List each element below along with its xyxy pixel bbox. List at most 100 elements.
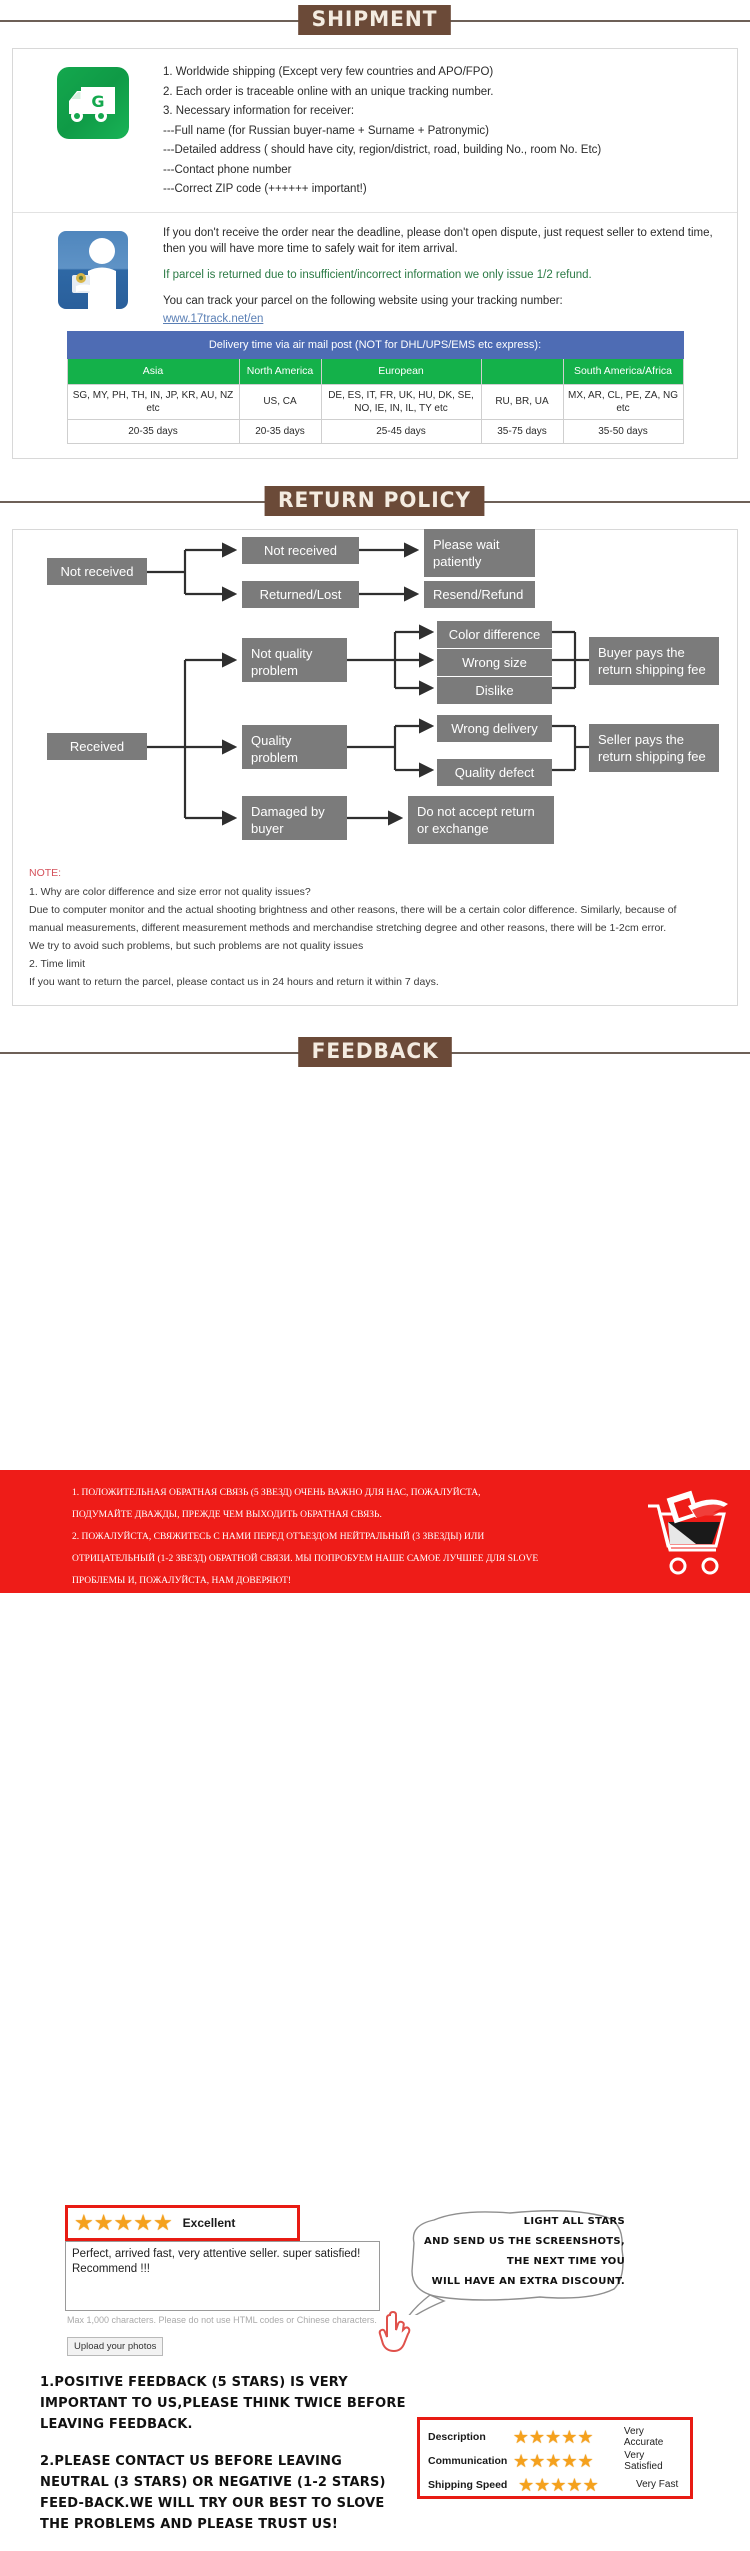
days-cell: 20-35 days: [238, 418, 322, 444]
node-wrong-size: Wrong size: [437, 648, 552, 676]
shipment-line: ---Full name (for Russian buyer-name + S…: [163, 124, 489, 137]
rating-value: Very Fast: [636, 2479, 679, 2490]
star-icon[interactable]: ★: [561, 2451, 577, 2471]
tracking-website-link[interactable]: www.17track.net/en: [163, 313, 263, 325]
shipment-info-row: G 1. Worldwide shipping (Except very few…: [13, 49, 737, 212]
seller-ratings-box: Description ★★★★★ Very Accurate Communic…: [417, 2416, 693, 2499]
rating-category: Shipping Speed: [428, 2478, 508, 2491]
star-icon[interactable]: ★: [153, 2211, 173, 2234]
note-line: We try to avoid such problems, but such …: [29, 939, 364, 952]
rating-value: Very Accurate: [623, 2425, 664, 2448]
column-header-blank: [480, 357, 564, 385]
pointing-hand-cursor-icon: [378, 2310, 412, 2359]
russian-line: 1. ПОЛОЖИТЕЛЬНАЯ ОБРАТНАЯ СВЯЗЬ (5 ЗВЕЗД…: [72, 1488, 481, 1498]
days-cell: 35-75 days: [480, 418, 564, 444]
bubble-line: WILL HAVE AN EXTRA DISCOUNT.: [431, 2275, 625, 2287]
star-icon[interactable]: ★: [566, 2475, 582, 2495]
max-characters-hint: Max 1,000 characters. Please do not use …: [67, 2314, 377, 2325]
russian-line: 2. ПОЖАЛУЙСТА, СВЯЖИТЕСЬ С НАМИ ПЕРЕД ОТ…: [72, 1532, 485, 1542]
node-do-not-accept-return: Do not accept return or exchange: [408, 795, 554, 844]
star-icon[interactable]: ★: [577, 2427, 593, 2447]
rating-value: Very Satisfied: [624, 2449, 663, 2472]
rating-stars[interactable]: ★★★★★: [513, 2426, 624, 2448]
shopping-cart-icon: [640, 1488, 735, 1585]
node-not-received-root: Not received: [47, 557, 147, 585]
shipment-line: 1. Worldwide shipping (Except very few c…: [163, 66, 494, 78]
node-seller-pays-fee: Seller pays the return shipping fee: [589, 723, 719, 772]
refund-note: If parcel is returned due to insufficien…: [163, 268, 592, 281]
star-icon[interactable]: ★: [534, 2475, 550, 2495]
table-countries-row: SG, MY, PH, TH, IN, JP, KR, AU, NZ etc U…: [66, 383, 684, 420]
rating-row: Shipping Speed ★★★★★ Very Fast: [428, 2473, 682, 2497]
russian-notice-text: 1. ПОЛОЖИТЕЛЬНАЯ ОБРАТНАЯ СВЯЗЬ (5 ЗВЕЗД…: [72, 1482, 632, 1592]
delivery-truck-icon: G: [57, 67, 129, 139]
node-not-quality-problem: Not quality problem: [242, 637, 347, 682]
star-icon[interactable]: ★: [583, 2475, 599, 2495]
star-icon[interactable]: ★: [561, 2427, 577, 2447]
rating-stars-box[interactable]: ★ ★ ★ ★ ★ Excellent: [65, 2204, 300, 2241]
rating-category: Description: [428, 2430, 486, 2443]
product-detail-page: SHIPMENT G 1. Worldwide shipping (Except…: [0, 0, 750, 2532]
rating-stars[interactable]: ★★★★★: [518, 2474, 636, 2496]
column-header-asia: Asia: [66, 357, 240, 385]
star-icon[interactable]: ★: [518, 2475, 534, 2495]
note-line: Due to computer monitor and the actual s…: [29, 903, 677, 916]
shipment-line: ---Contact phone number: [163, 163, 292, 176]
star-icon[interactable]: ★: [545, 2451, 561, 2471]
node-received-root: Received: [47, 732, 147, 760]
countries-cell: US, CA: [238, 383, 322, 420]
node-buyer-pays-fee: Buyer pays the return shipping fee: [589, 636, 719, 685]
node-please-wait-patiently: Please wait patiently: [424, 528, 535, 577]
star-icon[interactable]: ★: [513, 2451, 529, 2471]
truck-icon-cell: G: [23, 61, 163, 139]
star-icon[interactable]: ★: [529, 2427, 545, 2447]
upload-photos-button[interactable]: Upload your photos: [67, 2336, 164, 2356]
rating-row: Communication ★★★★★ Very Satisfied: [428, 2449, 682, 2473]
star-icon[interactable]: ★: [545, 2427, 561, 2447]
node-not-received: Not received: [242, 536, 359, 564]
column-header-north-america: North America: [238, 357, 322, 385]
star-icon[interactable]: ★: [133, 2211, 153, 2234]
rating-stars[interactable]: ★★★★★: [513, 2450, 624, 2472]
feedback-title: FEEDBACK: [297, 1036, 452, 1067]
bubble-line: THE NEXT TIME YOU: [506, 2255, 625, 2267]
star-icon[interactable]: ★: [94, 2211, 114, 2234]
table-header-row: Asia North America European South Americ…: [66, 357, 684, 385]
bubble-line: AND SEND US THE SCREENSHOTS,: [424, 2235, 625, 2247]
days-cell: 25-45 days: [320, 418, 482, 444]
return-policy-section-header: RETURN POLICY: [0, 481, 750, 521]
column-header-south-america-africa: South America/Africa: [562, 357, 684, 385]
delivery-table-title: Delivery time via air mail post (NOT for…: [66, 330, 684, 359]
shipment-instructions: 1. Worldwide shipping (Except very few c…: [163, 61, 601, 200]
rating-label: Excellent: [182, 2215, 236, 2230]
star-icon[interactable]: ★: [74, 2211, 94, 2234]
days-cell: 20-35 days: [66, 418, 240, 444]
star-icon[interactable]: ★: [113, 2211, 133, 2234]
star-icon[interactable]: ★: [550, 2475, 566, 2495]
star-icon[interactable]: ★: [513, 2427, 529, 2447]
rating-row: Description ★★★★★ Very Accurate: [428, 2425, 682, 2449]
dispute-paragraph: If you don't receive the order near the …: [163, 226, 713, 255]
russian-line: ПРОБЛЕМЫ И, ПОЖАЛУЙСТА, НАМ ДОВЕРЯЮТ!: [72, 1576, 292, 1586]
feedback-messages: 1.POSITIVE FEEDBACK (5 STARS) IS VERY IM…: [40, 2372, 410, 2551]
return-policy-panel: Not received Not received Returned/Lost …: [12, 528, 738, 1006]
bubble-line: LIGHT ALL STARS: [523, 2215, 625, 2227]
russian-notice-footer: 1. ПОЛОЖИТЕЛЬНАЯ ОБРАТНАЯ СВЯЗЬ (5 ЗВЕЗД…: [0, 1470, 750, 1593]
node-quality-problem: Quality problem: [242, 724, 347, 769]
return-policy-title: RETURN POLICY: [265, 485, 485, 516]
rating-category: Communication: [428, 2454, 508, 2467]
note-line: manual measurements, different measureme…: [29, 921, 667, 934]
shipment-line: ---Correct ZIP code (++++++ important!): [163, 183, 367, 195]
star-icon[interactable]: ★: [529, 2451, 545, 2471]
review-textarea[interactable]: Perfect, arrived fast, very attentive se…: [65, 2240, 380, 2311]
shipment-line: 3. Necessary information for receiver:: [163, 105, 355, 117]
node-dislike: Dislike: [437, 676, 552, 704]
note-line: 2. Time limit: [29, 957, 86, 970]
person-icon-cell: [23, 225, 163, 309]
shipment-title: SHIPMENT: [298, 5, 452, 35]
star-icon[interactable]: ★: [578, 2451, 594, 2471]
column-header-european: European: [320, 357, 482, 385]
delivery-time-table: Delivery time via air mail post (NOT for…: [66, 330, 684, 444]
feedback-message-2: 2.PLEASE CONTACT US BEFORE LEAVING NEUTR…: [40, 2453, 386, 2532]
parcel-handover-icon: [58, 230, 128, 309]
